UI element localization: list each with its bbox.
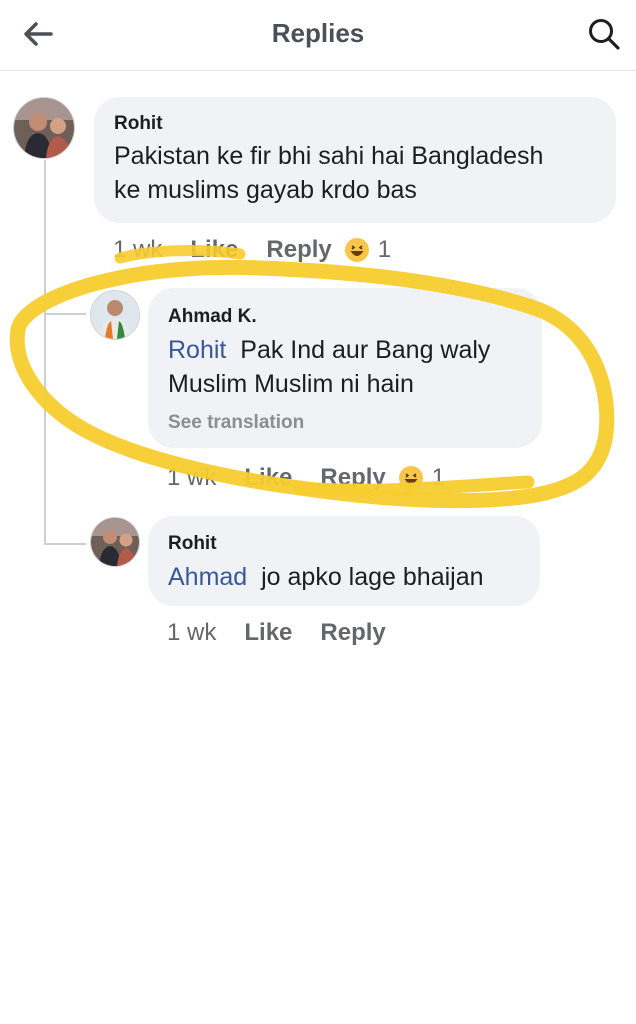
search-icon <box>589 19 620 50</box>
avatar-photo-icon <box>91 518 139 566</box>
page-title: Replies <box>271 18 365 48</box>
comment-timestamp[interactable]: 1 wk <box>167 619 216 647</box>
haha-reaction-icon[interactable] <box>398 465 424 491</box>
avatar[interactable] <box>90 517 140 567</box>
like-button[interactable]: Like <box>244 464 292 492</box>
comment-timestamp[interactable]: 1 wk <box>167 464 216 492</box>
top-bar: Replies <box>0 0 636 71</box>
comment-text-segment: jo apko lage bhaijan <box>261 563 484 591</box>
thread-line-branch-1 <box>44 313 86 315</box>
comment-text-line: Rohit Pak Ind aur Bang waly <box>168 333 490 367</box>
haha-reaction-icon[interactable] <box>344 237 370 263</box>
avatar[interactable] <box>13 97 75 159</box>
comment-actions: 1 wk Like Reply 1 <box>113 236 391 264</box>
see-translation-link[interactable]: See translation <box>168 412 304 434</box>
comment-text-line: Muslim Muslim ni hain <box>168 370 414 398</box>
avatar-photo-icon <box>91 291 139 339</box>
avatar-photo-icon <box>14 98 74 158</box>
comment-author[interactable]: Rohit <box>168 533 217 555</box>
comment-actions: 1 wk Like Reply 1 <box>167 464 445 492</box>
reaction-count[interactable]: 1 <box>378 236 391 264</box>
reaction-count[interactable]: 1 <box>432 464 445 492</box>
like-button[interactable]: Like <box>190 236 238 264</box>
comment-text: Ahmad jo apko lage bhaijan <box>168 560 484 594</box>
mention-link[interactable]: Rohit <box>168 336 226 364</box>
search-button[interactable] <box>584 14 624 54</box>
comment-text: Pakistan ke fir bhi sahi hai Bangladesh … <box>114 139 543 207</box>
comment-actions: 1 wk Like Reply <box>167 619 414 647</box>
comment-timestamp[interactable]: 1 wk <box>113 236 162 264</box>
comment-text-line: ke muslims gayab krdo bas <box>114 176 417 204</box>
comment-author[interactable]: Ahmad K. <box>168 306 257 328</box>
like-button[interactable]: Like <box>244 619 292 647</box>
reply-button[interactable]: Reply <box>320 464 385 492</box>
comment-text: Rohit Pak Ind aur Bang waly Muslim Musli… <box>168 333 490 401</box>
comment-author[interactable]: Rohit <box>114 113 163 135</box>
reply-button[interactable]: Reply <box>266 236 331 264</box>
comment-text-segment: Pak Ind aur Bang waly <box>240 336 491 364</box>
mention-link[interactable]: Ahmad <box>168 563 247 591</box>
reply-button[interactable]: Reply <box>320 619 385 647</box>
thread-line-vertical <box>44 160 46 544</box>
comment-bubble[interactable]: Rohit Pakistan ke fir bhi sahi hai Bangl… <box>94 97 616 223</box>
avatar[interactable] <box>90 290 140 340</box>
thread-line-branch-2 <box>44 543 86 545</box>
reply-bubble[interactable]: Ahmad K. Rohit Pak Ind aur Bang waly Mus… <box>148 288 542 448</box>
comment-text-line: Pakistan ke fir bhi sahi hai Bangladesh <box>114 142 544 170</box>
reply-bubble[interactable]: Rohit Ahmad jo apko lage bhaijan <box>148 516 540 606</box>
